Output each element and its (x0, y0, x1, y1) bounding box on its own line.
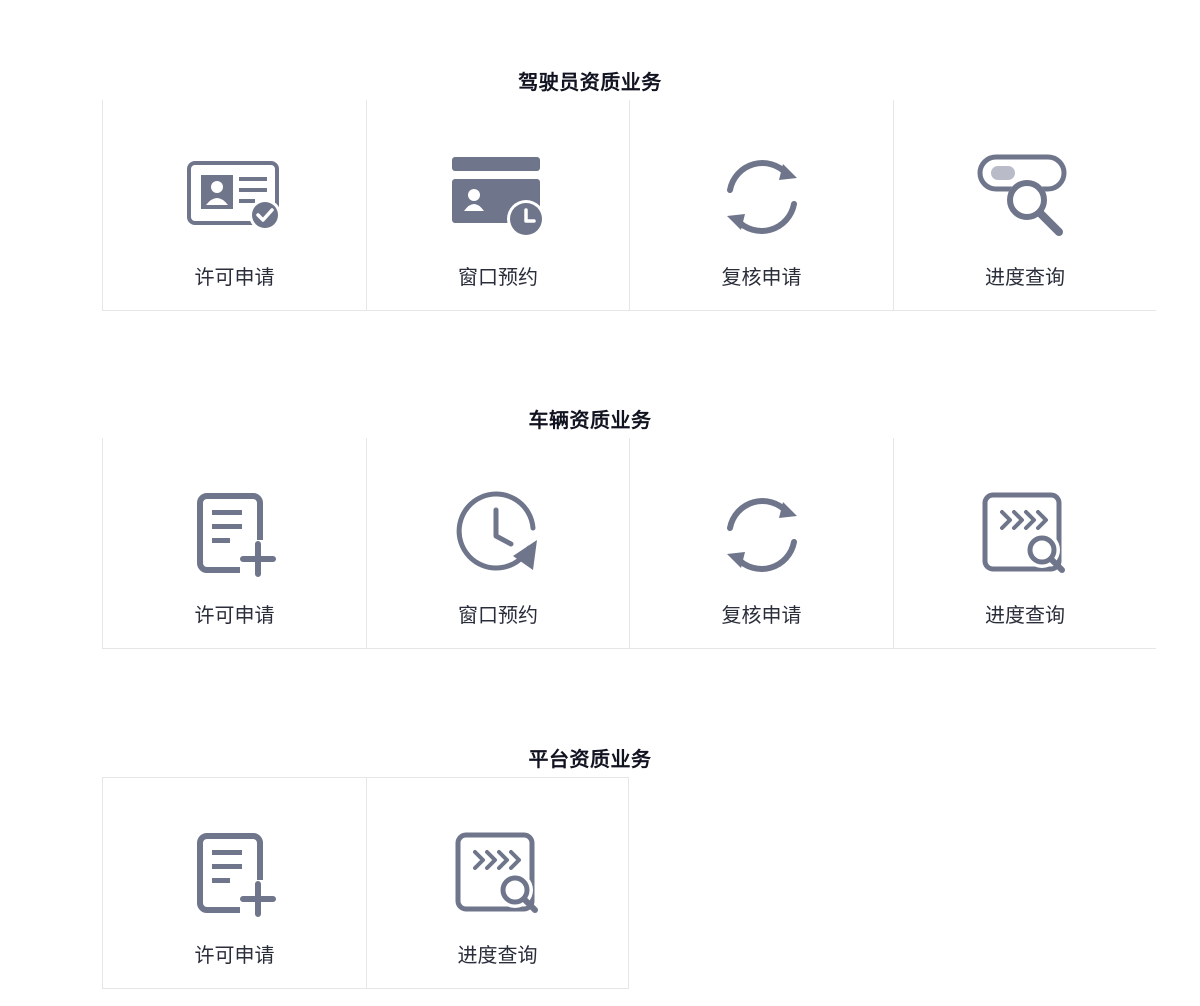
service-tile-progress-query[interactable]: 进度查询 (893, 438, 1156, 648)
service-grid: 许可申请 窗口预约 复核申请 进度查询 (102, 438, 1156, 649)
document-add-icon (185, 830, 285, 920)
service-tile-window-appointment[interactable]: 窗口预约 (366, 438, 629, 648)
section-title: 车辆资质业务 (528, 408, 652, 432)
service-tile-license-application[interactable]: 许可申请 (102, 438, 366, 648)
service-grid: 许可申请 进度查询 (102, 777, 629, 989)
tile-label: 许可申请 (194, 265, 275, 289)
tile-label: 进度查询 (985, 603, 1065, 627)
progress-search-icon (975, 490, 1075, 580)
refresh-icon (712, 152, 812, 242)
service-grid: 许可申请 窗口预约 复核申请 进度查询 (102, 100, 1156, 311)
tile-label: 复核申请 (721, 603, 802, 627)
section-title: 平台资质业务 (528, 747, 652, 771)
tile-label: 许可申请 (194, 603, 275, 627)
service-tile-review-application[interactable]: 复核申请 (629, 438, 893, 648)
refresh-icon (712, 490, 812, 580)
tile-label: 窗口预约 (458, 603, 538, 627)
card-clock-icon (448, 152, 548, 242)
service-tile-progress-query[interactable]: 进度查询 (893, 100, 1156, 310)
tile-label: 复核申请 (721, 265, 802, 289)
section-title: 驾驶员资质业务 (518, 70, 662, 94)
tile-label: 窗口预约 (458, 265, 538, 289)
service-tile-progress-query[interactable]: 进度查询 (366, 778, 629, 988)
service-tile-window-appointment[interactable]: 窗口预约 (366, 100, 629, 310)
toggle-search-icon (975, 152, 1075, 242)
tile-label: 许可申请 (194, 943, 275, 967)
document-add-icon (185, 490, 285, 580)
service-tile-license-application[interactable]: 许可申请 (102, 778, 366, 988)
tile-label: 进度查询 (985, 265, 1065, 289)
clock-arrow-icon (448, 490, 548, 580)
tile-label: 进度查询 (457, 943, 538, 967)
progress-search-icon (448, 830, 548, 920)
service-tile-license-application[interactable]: 许可申请 (102, 100, 366, 310)
service-tile-review-application[interactable]: 复核申请 (629, 100, 893, 310)
id-card-check-icon (185, 152, 285, 242)
